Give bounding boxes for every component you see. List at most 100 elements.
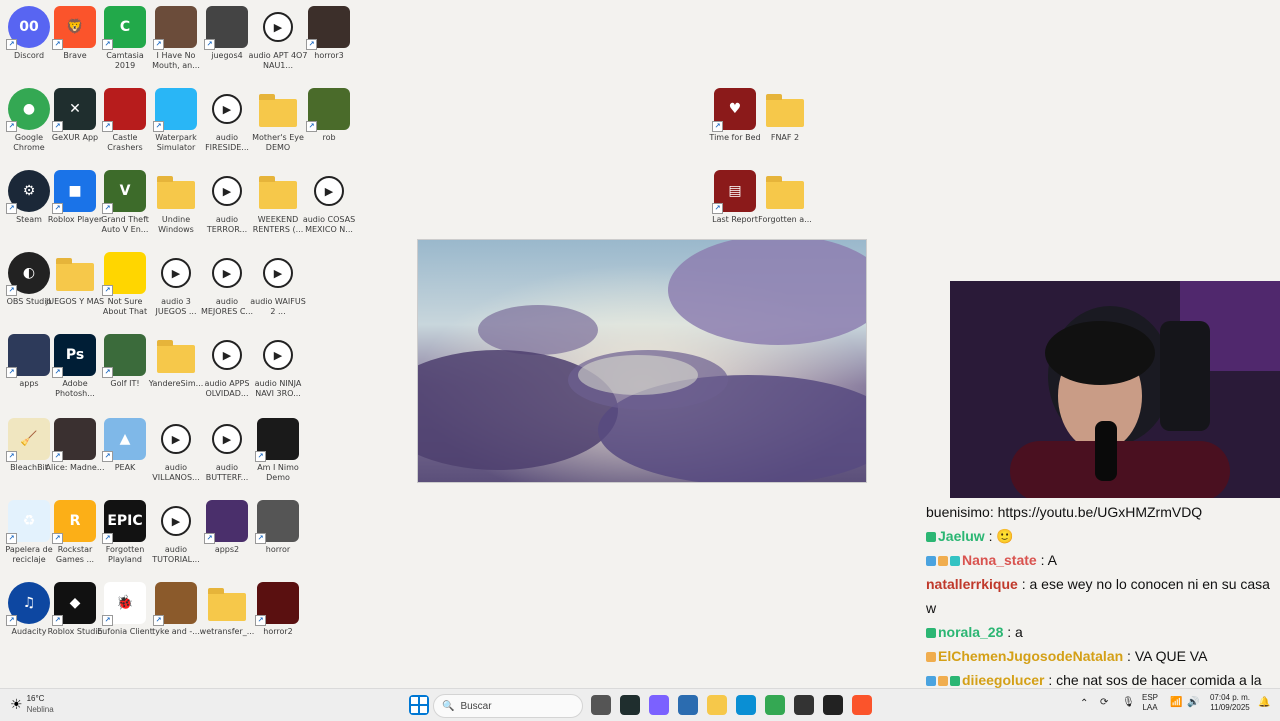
desktop-icon[interactable]: ▶ audio TUTORIAL... bbox=[147, 500, 205, 565]
shortcut-arrow-icon: ↗ bbox=[102, 533, 113, 544]
recycle-bin-icon: ♻ ↗ bbox=[6, 500, 50, 544]
chat-badge-icon bbox=[926, 556, 936, 567]
folder-shape bbox=[208, 588, 246, 621]
desktop-icon-label: rob bbox=[322, 133, 336, 142]
microphone-icon[interactable]: 🎙 bbox=[1122, 698, 1135, 708]
chrome-icon[interactable] bbox=[765, 695, 785, 715]
shortcut-arrow-icon: ↗ bbox=[52, 533, 63, 544]
terminal-icon[interactable] bbox=[794, 695, 814, 715]
chat-badge-icon bbox=[926, 628, 936, 639]
chat-text: : VA QUE VA bbox=[1127, 648, 1208, 664]
edge-icon[interactable] bbox=[736, 695, 756, 715]
image-thumbnail-icon: ↗ bbox=[204, 6, 248, 50]
shortcut-arrow-icon: ↗ bbox=[204, 39, 215, 50]
chat-username: Nana_state bbox=[962, 552, 1041, 568]
desktop-icon[interactable]: ▶ audio COSAS MEXICO N... bbox=[300, 170, 358, 235]
shortcut-arrow-icon: ↗ bbox=[6, 615, 17, 626]
desktop-icon-label: FNAF 2 bbox=[770, 133, 800, 142]
desktop-icon[interactable]: ▶ audio APT 4O7 NAU1... bbox=[249, 6, 307, 71]
shortcut-arrow-icon: ↗ bbox=[306, 121, 317, 132]
chat-badge-icon bbox=[938, 556, 948, 567]
desktop-icon[interactable]: ▶ audio NINJA NAVI 3RO... bbox=[249, 334, 307, 399]
shortcut-arrow-icon: ↗ bbox=[102, 367, 113, 378]
folder-shape bbox=[259, 176, 297, 209]
language-bottom: LAA bbox=[1142, 703, 1158, 712]
desktop-icon-label: horror3 bbox=[314, 51, 344, 60]
game-icon: ↗ bbox=[102, 88, 146, 132]
desktop-icon-label: audio NINJA NAVI 3RO... bbox=[254, 379, 302, 398]
brave-icon: 🦁 ↗ bbox=[52, 6, 96, 50]
folder-icon bbox=[764, 88, 806, 130]
desktop-icon[interactable]: Mother's Eye DEMO bbox=[249, 88, 307, 153]
play-icon: ▶ bbox=[263, 340, 293, 370]
audio-file-icon: ▶ bbox=[257, 6, 299, 48]
task-view-icon[interactable] bbox=[591, 695, 611, 715]
tray-overflow-icon[interactable]: ⌃ bbox=[1080, 699, 1088, 709]
shortcut-arrow-icon: ↗ bbox=[255, 615, 266, 626]
notification-bell-icon[interactable]: 🔔 bbox=[1258, 698, 1270, 708]
desktop-icon[interactable]: ↗ I Have No Mouth, an... bbox=[147, 6, 205, 71]
shortcut-arrow-icon: ↗ bbox=[102, 203, 113, 214]
folder-icon bbox=[54, 252, 96, 294]
desktop-icon-label: Forgotten a... bbox=[758, 215, 812, 224]
desktop-icon[interactable]: ↗ rob bbox=[300, 88, 358, 143]
shortcut-arrow-icon: ↗ bbox=[153, 121, 164, 132]
shortcut-arrow-icon: ↗ bbox=[102, 451, 113, 462]
volume-icon[interactable]: 🔊 bbox=[1187, 698, 1199, 708]
desktop-icon[interactable]: FNAF 2 bbox=[756, 88, 814, 143]
shortcut-arrow-icon: ↗ bbox=[255, 451, 266, 462]
clock-date: 11/09/2025 bbox=[1210, 703, 1250, 712]
clock[interactable]: 07:04 p. m. 11/09/2025 bbox=[1206, 693, 1254, 713]
brave-icon[interactable] bbox=[852, 695, 872, 715]
play-icon: ▶ bbox=[161, 424, 191, 454]
desktop-icon[interactable]: Forgotten a... bbox=[756, 170, 814, 225]
obs-icon: ◐ ↗ bbox=[6, 252, 50, 296]
language-indicator[interactable]: ESP LAA bbox=[1142, 693, 1158, 713]
duck-icon: ↗ bbox=[102, 252, 146, 296]
roblox-icon: ■ ↗ bbox=[52, 170, 96, 214]
taskbar-search-box[interactable]: 🔍 Buscar bbox=[433, 694, 583, 718]
desktop-icon-label: horror2 bbox=[263, 627, 293, 636]
store-icon[interactable] bbox=[678, 695, 698, 715]
desktop-icon-label: Am I Nimo Demo bbox=[257, 463, 299, 482]
chat-message: Jaeluw : 🙂 bbox=[922, 524, 1280, 548]
desktop-icon[interactable]: ↗ horror2 bbox=[249, 582, 307, 637]
desktop-icon[interactable]: ↗ Am I Nimo Demo bbox=[249, 418, 307, 483]
epic-games-icon: EPIC ↗ bbox=[102, 500, 146, 544]
sync-icon[interactable]: ⟳ bbox=[1100, 698, 1108, 708]
play-icon: ▶ bbox=[263, 258, 293, 288]
play-icon: ▶ bbox=[212, 340, 242, 370]
chat-text: : A bbox=[1040, 552, 1057, 568]
copilot-icon[interactable] bbox=[649, 695, 669, 715]
audio-file-icon: ▶ bbox=[257, 252, 299, 294]
shortcut-arrow-icon: ↗ bbox=[102, 121, 113, 132]
chat-text: buenisimo: https://youtu.be/UGxHMZrmVDQ bbox=[926, 504, 1203, 520]
discord-icon: 00 ↗ bbox=[6, 6, 50, 50]
wifi-icon[interactable]: 📶 bbox=[1170, 698, 1182, 708]
audio-file-icon: ▶ bbox=[206, 170, 248, 212]
play-icon: ▶ bbox=[212, 94, 242, 124]
desktop-icon[interactable]: ↗ horror3 bbox=[300, 6, 358, 61]
weather-widget[interactable]: ☀ 16°C Neblina bbox=[10, 693, 54, 715]
desktop-icon[interactable]: ▶ audio WAIFUS 2 ... bbox=[249, 252, 307, 317]
taskbar: ☀ 16°C Neblina 🔍 Buscar ⌃ ⟳ 🎙 ESP LAA 📶 … bbox=[0, 688, 1280, 721]
app-icon[interactable] bbox=[620, 695, 640, 715]
audio-file-icon: ▶ bbox=[155, 252, 197, 294]
app-icon: ✕ ↗ bbox=[52, 88, 96, 132]
chat-message: norala_28 : a bbox=[922, 620, 1280, 644]
desktop-icon[interactable]: ↗ horror bbox=[249, 500, 307, 555]
roblox-studio-icon: ◆ ↗ bbox=[52, 582, 96, 626]
obs-icon[interactable] bbox=[823, 695, 843, 715]
play-icon: ▶ bbox=[161, 506, 191, 536]
shortcut-arrow-icon: ↗ bbox=[52, 615, 63, 626]
game-icon: ↗ bbox=[153, 6, 197, 50]
game-icon: ↗ bbox=[102, 334, 146, 378]
shortcut-arrow-icon: ↗ bbox=[6, 203, 17, 214]
game-icon: ♥ ↗ bbox=[712, 88, 756, 132]
chat-username: ElChemenJugosodeNatalan bbox=[938, 648, 1128, 664]
start-windows-icon[interactable] bbox=[409, 695, 429, 715]
weather-temp: 16°C bbox=[26, 694, 45, 703]
shortcut-arrow-icon: ↗ bbox=[712, 203, 723, 214]
file-explorer-icon[interactable] bbox=[707, 695, 727, 715]
chat-text: : a bbox=[1007, 624, 1023, 640]
